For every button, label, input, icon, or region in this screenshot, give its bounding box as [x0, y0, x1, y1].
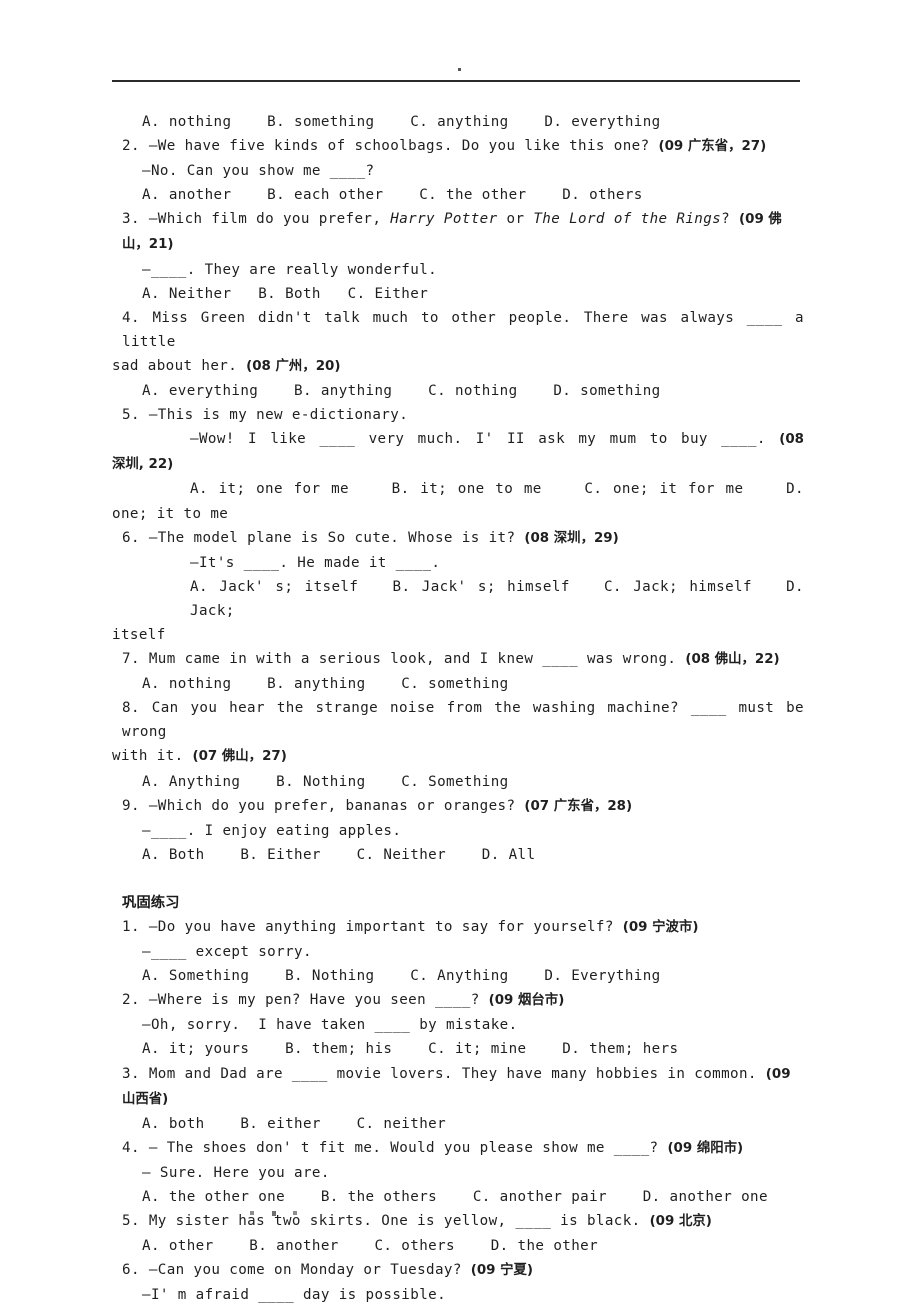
document-page: A. nothing B. something C. anything D. e… — [0, 0, 920, 1303]
p3-options: A. both B. either C. neither — [142, 1115, 447, 1132]
q7-options: A. nothing B. anything C. something — [142, 676, 509, 693]
exam-source: (09 广东省，27) — [658, 139, 767, 155]
exam-source: (09 宁波市) — [622, 920, 699, 935]
p1-options: A. Something B. Nothing C. Anything D. E… — [142, 968, 661, 985]
q5-stem: 5. —This is my new e-dictionary. — [122, 407, 409, 424]
page-footer — [0, 1205, 920, 1225]
document-body: A. nothing B. something C. anything D. e… — [112, 110, 804, 1308]
p5-options: A. other B. another C. others D. the oth… — [142, 1238, 599, 1255]
p2-reply: —Oh, sorry. I have taken ____ by mistake… — [142, 1017, 518, 1034]
q8-stem: 8. Can you hear the strange noise from t… — [122, 700, 813, 741]
p2-stem: 2. —Where is my pen? Have you seen ____?… — [122, 992, 565, 1009]
q6-options: A. Jack' s; itself B. Jack' s; himself C… — [190, 578, 813, 619]
header-mark — [458, 68, 461, 71]
page-header — [0, 60, 920, 90]
q8-stem-cont: with it. (07 佛山，27) — [112, 748, 287, 765]
q5-reply-cont: 深圳, 22) — [112, 452, 804, 477]
q9-stem: 9. —Which do you prefer, bananas or oran… — [122, 797, 633, 814]
section-heading: 巩固练习 — [122, 894, 180, 911]
book-title: The Lord of the Rings — [533, 211, 722, 228]
exam-source: 深圳, 22) — [112, 457, 174, 473]
q7-stem: 7. Mum came in with a serious look, and … — [122, 651, 780, 668]
exam-source: (08 佛山，22) — [685, 652, 780, 668]
q6-options-cont: itself — [112, 626, 166, 643]
exam-source: (09 绵阳市) — [667, 1140, 744, 1156]
exam-source: (08 — [779, 432, 804, 448]
q2-stem: 2. —We have five kinds of schoolbags. Do… — [122, 138, 767, 155]
exam-source: (08 广州，20) — [246, 358, 341, 374]
q4-stem-cont: sad about her. (08 广州，20) — [112, 357, 341, 374]
q5-options: A. it; one for me B. it; one to me C. on… — [190, 481, 804, 498]
p1-stem: 1. —Do you have anything important to sa… — [122, 919, 699, 935]
p6-stem: 6. —Can you come on Monday or Tuesday? (… — [122, 1262, 534, 1279]
q8-options: A. Anything B. Nothing C. Something — [142, 773, 509, 790]
book-title: Harry Potter — [390, 211, 498, 228]
q3-options: A. Neither B. Both C. Either — [142, 285, 429, 302]
p1-reply: —____ except sorry. — [142, 944, 312, 961]
q5-reply: —Wow! I like ____ very much. I' II ask m… — [190, 431, 804, 448]
header-rule — [112, 80, 800, 82]
q4-stem: 4. Miss Green didn't talk much to other … — [122, 309, 813, 350]
q3-reply: —____. They are really wonderful. — [142, 261, 438, 278]
exam-source: (07 佛山，27) — [192, 749, 287, 765]
q2-options: A. another B. each other C. the other D.… — [142, 187, 643, 204]
footer-mark — [250, 1211, 254, 1215]
q9-options: A. Both B. Either C. Neither D. All — [142, 846, 536, 863]
q6-reply: —It's ____. He made it ____. — [190, 554, 441, 571]
p2-options: A. it; yours B. them; his C. it; mine D.… — [142, 1041, 679, 1058]
p3-stem: 3. Mom and Dad are ____ movie lovers. Th… — [122, 1065, 796, 1107]
q1-options: A. nothing B. something C. anything D. e… — [142, 114, 661, 130]
footer-mark — [293, 1211, 297, 1215]
exam-source: (09 宁夏) — [470, 1263, 534, 1279]
q3-stem: 3. —Which film do you prefer, Harry Pott… — [122, 211, 782, 253]
q4-options: A. everything B. anything C. nothing D. … — [142, 383, 661, 400]
exam-source: (09 烟台市) — [488, 993, 565, 1009]
p6-reply: —I' m afraid ____ day is possible. — [142, 1287, 447, 1304]
footer-mark — [272, 1211, 276, 1216]
exam-source: (07 广东省，28) — [524, 798, 633, 814]
exam-source: (09 山西省) — [122, 1066, 796, 1107]
q5-options-cont: one; it to me — [112, 505, 229, 522]
p4-stem: 4. — The shoes don' t fit me. Would you … — [122, 1139, 744, 1156]
q9-reply: —____. I enjoy eating apples. — [142, 822, 402, 839]
p4-reply: — Sure. Here you are. — [142, 1164, 330, 1181]
q6-stem: 6. —The model plane is So cute. Whose is… — [122, 529, 619, 546]
exam-source: (08 深圳，29) — [524, 530, 619, 546]
q2-reply: —No. Can you show me ____? — [142, 163, 375, 180]
